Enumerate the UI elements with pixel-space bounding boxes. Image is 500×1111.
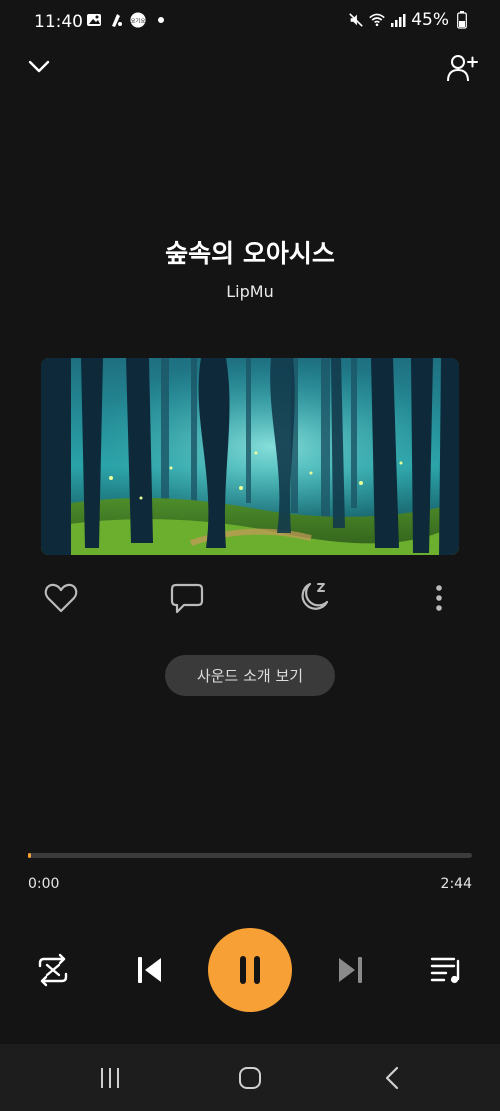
gallery-icon — [86, 12, 102, 28]
seek-bar-progress — [28, 853, 31, 858]
app-badge-icon: 요기요 — [130, 12, 146, 28]
status-bar: 11:40 요기요 45% — [0, 0, 500, 44]
seek-bar[interactable] — [28, 853, 472, 858]
repeat-button[interactable] — [32, 950, 74, 990]
status-system-icons: 45% — [348, 10, 470, 30]
current-time: 0:00 — [28, 876, 60, 892]
back-icon — [385, 1066, 399, 1090]
add-user-icon — [447, 55, 478, 82]
status-time: 11:40 — [34, 12, 83, 32]
battery-percent: 45% — [411, 10, 449, 30]
heart-icon — [44, 583, 78, 613]
add-user-button[interactable] — [444, 50, 480, 86]
home-icon — [239, 1067, 261, 1089]
pause-icon — [240, 956, 260, 984]
svg-text:요기요: 요기요 — [131, 17, 146, 25]
total-time: 2:44 — [440, 876, 472, 892]
comment-icon — [170, 583, 204, 614]
more-vertical-icon — [436, 585, 442, 611]
playlist-button[interactable] — [426, 950, 468, 990]
like-button[interactable] — [42, 580, 80, 616]
skip-previous-icon — [138, 957, 161, 983]
comment-button[interactable] — [168, 580, 206, 616]
chevron-down-icon — [28, 60, 50, 73]
back-button[interactable] — [372, 1062, 412, 1094]
more-options-button[interactable] — [426, 582, 452, 614]
recent-apps-icon — [101, 1068, 119, 1088]
wifi-icon — [369, 12, 385, 28]
forest-artwork-image — [41, 358, 459, 555]
more-notifications-dot — [158, 17, 164, 23]
battery-icon — [454, 11, 470, 29]
song-title: 숲속의 오아시스 — [165, 239, 335, 268]
signal-icon — [390, 12, 406, 28]
recent-apps-button[interactable] — [90, 1062, 130, 1094]
album-art — [41, 358, 459, 555]
sleep-moon-icon — [301, 582, 329, 610]
sound-intro-button[interactable]: 사운드 소개 보기 — [165, 655, 335, 696]
mute-icon — [348, 12, 364, 28]
skip-next-icon — [339, 957, 362, 983]
previous-button[interactable] — [130, 950, 170, 990]
playlist-icon — [430, 957, 460, 984]
home-button[interactable] — [230, 1062, 270, 1094]
sleep-timer-button[interactable] — [294, 578, 332, 616]
status-notification-icons: 요기요 — [86, 12, 164, 28]
app-notification-icon — [108, 12, 124, 28]
next-button[interactable] — [330, 950, 370, 990]
repeat-shuffle-icon — [38, 953, 68, 987]
system-navigation-bar — [0, 1044, 500, 1111]
pause-button[interactable] — [208, 928, 292, 1012]
collapse-button[interactable] — [24, 52, 54, 82]
artist-name: LipMu — [226, 282, 274, 301]
